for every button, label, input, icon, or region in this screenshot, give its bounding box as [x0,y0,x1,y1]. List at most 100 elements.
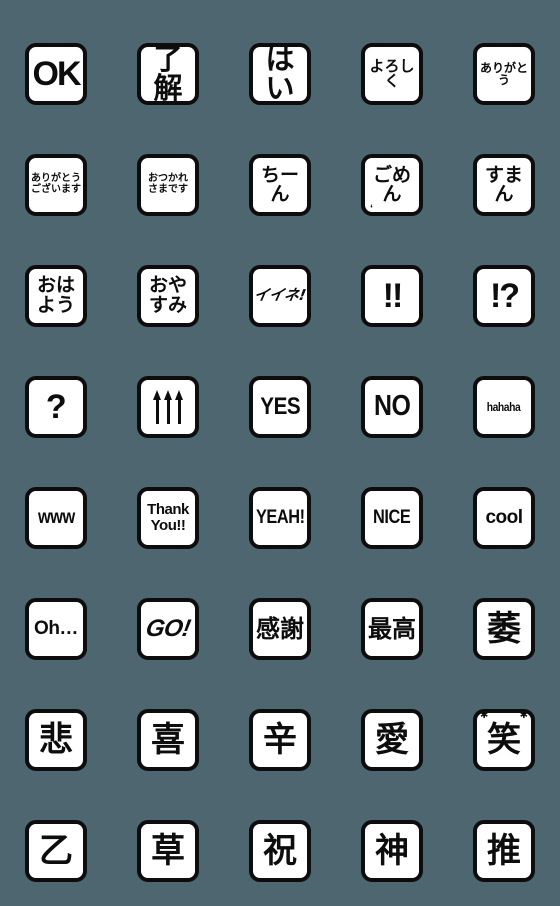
sticker-three-up-arrows[interactable] [137,375,199,438]
sticker-oyasumi[interactable]: おや すみ [137,264,199,327]
sticker-gomen[interactable]: ごめん ‘ ‘ [361,153,423,216]
sticker-label: 萎 [487,608,521,649]
sticker-kusa[interactable]: 草 [137,819,199,882]
sticker-ok[interactable]: OK [25,42,87,105]
sticker-cell: 悲 [0,684,112,795]
sticker-cell: !? [448,240,560,351]
sticker-cell: GO! [112,573,224,684]
sticker-cell: 喜 [112,684,224,795]
sticker-iine[interactable]: イイネ! [249,264,311,327]
sticker-grid: OK 了解 はい よろしく ありがとうありがとう ございます おつかれ さまです ちーん ごめ… [0,0,560,896]
sticker-label: ちーん [260,163,299,205]
sticker-ai[interactable]: 愛 [361,708,423,771]
sticker-label: 辛 [263,719,297,760]
sticker-oh-ellipsis[interactable]: Oh… [25,597,87,660]
sticker-arigatou[interactable]: ありがとう [473,42,535,105]
sticker-cell: 萎 [448,573,560,684]
sticker-tsurai[interactable]: 辛 [249,708,311,771]
sparkle-right-icon: ✱ [519,709,528,721]
sticker-ryoukai[interactable]: 了解 [137,42,199,105]
sticker-cell: Oh… [0,573,112,684]
sticker-cool[interactable]: cool [473,486,535,549]
sticker-label: おや すみ [148,273,187,316]
sticker-cell: OK [0,18,112,129]
triple-up-arrow-icon [153,389,183,424]
sticker-cell: NO [336,351,448,462]
sticker-label: YEAH! [255,507,305,528]
sticker-cell: !! [336,240,448,351]
sticker-cell: 最高 [336,573,448,684]
sticker-label: 悲 [39,719,73,760]
sticker-otsukaresamadesu[interactable]: おつかれ さまです [137,153,199,216]
sticker-iwai[interactable]: 祝 [249,819,311,882]
sticker-label: YES [259,392,301,420]
sticker-oshi[interactable]: 推 [473,819,535,882]
sticker-label: cool [485,507,523,528]
sticker-label: Thank You!! [147,500,189,534]
up-arrow-icon [175,389,183,424]
sticker-bishi[interactable]: 萎 [473,597,535,660]
sticker-cell: 笑 ✱ ✱ [448,684,560,795]
sticker-yeah[interactable]: YEAH! [249,486,311,549]
sticker-interrobang[interactable]: !? [473,264,535,327]
sticker-ohayou[interactable]: おは よう [25,264,87,327]
sticker-nice[interactable]: NICE [361,486,423,549]
up-arrow-icon [164,389,172,424]
sticker-question[interactable]: ? [25,375,87,438]
sticker-label: ? [45,387,67,426]
sticker-suman[interactable]: すまん [473,153,535,216]
sticker-label: おつかれ さまです [148,173,188,195]
sticker-label: NICE [373,507,411,528]
sticker-yes[interactable]: YES [249,375,311,438]
sticker-kami[interactable]: 神 [361,819,423,882]
sticker-label: 愛 [375,719,409,760]
sticker-yoroshiku[interactable]: よろしく [361,42,423,105]
sticker-label: !! [382,276,404,315]
sticker-cell: hahaha [448,351,560,462]
sticker-yorokobi[interactable]: 喜 [137,708,199,771]
sticker-chiin[interactable]: ちーん [249,153,311,216]
sticker-label: hahaha [487,399,521,414]
sticker-label: ありがとう ございます [31,173,81,195]
sticker-saikou[interactable]: 最高 [361,597,423,660]
sticker-label: 乙 [39,830,73,871]
sticker-cell: NICE [336,462,448,573]
sticker-hai[interactable]: はい [249,41,311,105]
sticker-label: 喜 [151,719,185,760]
accent-mark-bottom-left-icon: ‘ [370,202,374,215]
sticker-cell: 祝 [224,795,336,906]
sticker-go[interactable]: GO! [137,597,199,660]
sticker-label: イイネ! [252,286,308,304]
sticker-cell: おは よう [0,240,112,351]
sticker-label: 神 [375,830,409,871]
sticker-label: 祝 [263,830,297,871]
sticker-cell: 辛 [224,684,336,795]
sticker-label: www [37,507,75,528]
sticker-otsu[interactable]: 乙 [25,819,87,882]
sticker-www[interactable]: www [25,486,87,549]
sticker-label: ありがとう [479,60,528,87]
sticker-cell: ごめん ‘ ‘ [336,129,448,240]
sticker-label: よろしく [369,56,415,90]
sticker-arigatou-gozaimasu[interactable]: ありがとう ございます [25,153,87,216]
sticker-cell: 草 [112,795,224,906]
sticker-kansha[interactable]: 感謝 [249,597,311,660]
sticker-label: 感謝 [256,614,304,643]
sticker-cell: おつかれ さまです [112,129,224,240]
sticker-no[interactable]: NO [361,375,423,438]
sticker-hahaha[interactable]: hahaha [473,375,535,438]
sticker-cell: www [0,462,112,573]
sticker-cell: cool [448,462,560,573]
sticker-cell: 愛 [336,684,448,795]
sticker-cell: YES [224,351,336,462]
sticker-cell: 了解 [112,18,224,129]
sticker-thank-you[interactable]: Thank You!! [137,486,199,549]
sticker-kanashi[interactable]: 悲 [25,708,87,771]
sparkle-left-icon: ✱ [480,709,489,721]
sticker-double-exclamation[interactable]: !! [361,264,423,327]
sticker-label: 草 [151,830,185,871]
sticker-warai[interactable]: 笑 ✱ ✱ [473,708,535,771]
sticker-cell: イイネ! [224,240,336,351]
sticker-label: !? [489,276,520,315]
sticker-label: はい [265,41,295,105]
